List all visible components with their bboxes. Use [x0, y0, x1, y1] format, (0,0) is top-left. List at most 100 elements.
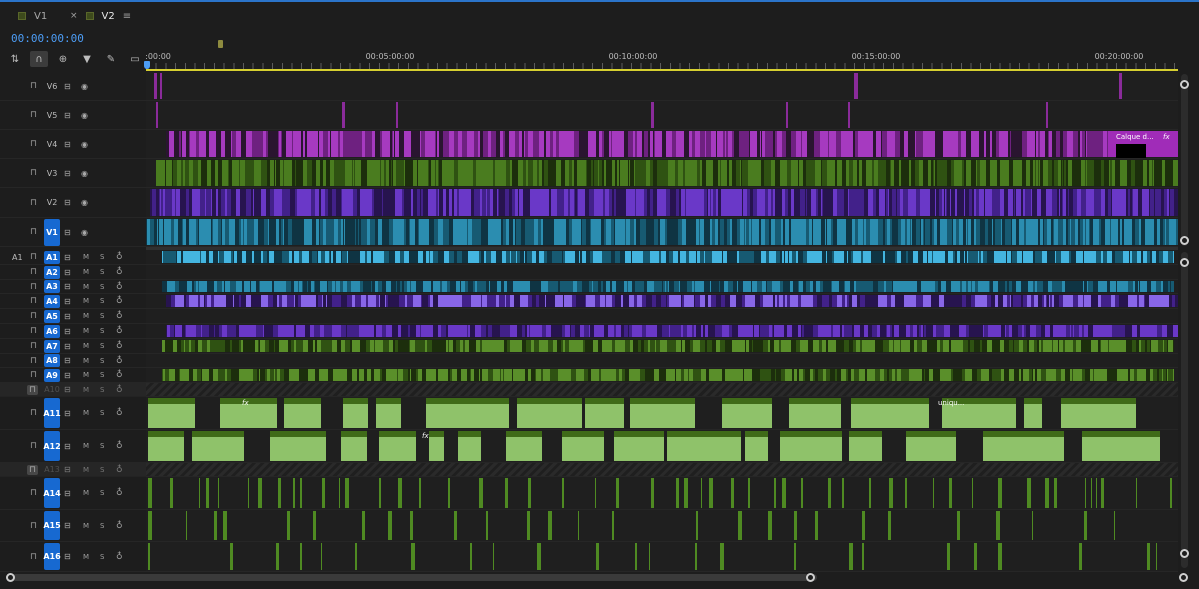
zoom-scroll-track[interactable] — [12, 574, 817, 581]
track-name[interactable]: V1 — [44, 218, 60, 246]
solo-button[interactable]: S — [100, 283, 104, 291]
sequence-marker[interactable] — [218, 40, 223, 48]
sync-lock-icon[interactable]: ⊟ — [64, 356, 71, 365]
eye-icon[interactable]: ◉ — [81, 228, 88, 237]
audio-clip[interactable] — [148, 543, 150, 570]
time-ruler[interactable]: :00:00 00:05:00:00 00:10:00:00 00:15:00:… — [144, 50, 1178, 72]
audio-clip[interactable] — [517, 398, 582, 428]
audio-clip[interactable] — [998, 543, 1002, 570]
clip[interactable] — [146, 219, 1178, 245]
track-a11[interactable]: uniqu... fx — [146, 397, 1178, 430]
audio-clip[interactable] — [949, 478, 952, 508]
sync-lock-icon[interactable]: ⊟ — [64, 442, 71, 451]
audio-clip[interactable] — [166, 325, 1178, 337]
sync-lock-icon[interactable]: ⊟ — [64, 111, 71, 120]
solo-button[interactable]: S — [100, 268, 104, 276]
audio-clip[interactable] — [562, 478, 564, 508]
lock-icon[interactable]: ⊓ — [30, 441, 37, 451]
audio-clip[interactable] — [957, 511, 960, 540]
audio-track-header[interactable]: ⊓ A8 ⊟ M S ♁ — [0, 354, 146, 368]
track-name[interactable]: A6 — [44, 324, 60, 338]
lock-icon[interactable]: ⊓ — [30, 488, 37, 498]
sync-lock-icon[interactable]: ⊟ — [64, 371, 71, 380]
audio-clip[interactable] — [162, 369, 1174, 381]
microphone-icon[interactable]: ♁ — [116, 465, 123, 475]
clip[interactable] — [786, 102, 788, 128]
track-a8[interactable] — [146, 354, 1178, 368]
track-name[interactable]: A11 — [43, 398, 61, 428]
audio-clip[interactable] — [376, 398, 401, 428]
audio-track-header[interactable]: ⊓ A15 ⊟ M S ♁ — [0, 510, 146, 542]
mute-button[interactable]: M — [83, 268, 89, 276]
audio-clip[interactable] — [1085, 478, 1086, 508]
track-v5[interactable] — [146, 101, 1178, 130]
mute-button[interactable]: M — [83, 327, 89, 335]
captions-icon[interactable]: ▭ — [126, 51, 144, 67]
track-v3[interactable] — [146, 159, 1178, 188]
track-a3[interactable] — [146, 280, 1178, 294]
audio-clip[interactable] — [355, 543, 357, 570]
audio-clip[interactable] — [596, 543, 599, 570]
playhead-handle[interactable] — [144, 61, 150, 69]
linked-selection-icon[interactable]: ⊕ — [54, 51, 72, 67]
audio-track-header[interactable]: ⊓ A6 ⊟ M S ♁ — [0, 324, 146, 339]
zoom-handle-left[interactable] — [6, 573, 15, 582]
source-patch[interactable]: A1 — [12, 253, 23, 262]
audio-clip[interactable] — [218, 478, 219, 508]
track-name[interactable]: A16 — [43, 543, 61, 570]
microphone-icon[interactable]: ♁ — [116, 521, 123, 531]
audio-clip[interactable] — [186, 511, 187, 540]
microphone-icon[interactable]: ♁ — [116, 408, 123, 418]
audio-track-header[interactable]: ⊓ A7 ⊟ M S ♁ — [0, 339, 146, 354]
sync-lock-icon[interactable]: ⊟ — [64, 268, 71, 277]
clip[interactable] — [156, 160, 1178, 186]
audio-clip[interactable] — [287, 511, 290, 540]
audio-clip[interactable] — [362, 511, 365, 540]
solo-button[interactable]: S — [100, 327, 104, 335]
audio-clip[interactable] — [276, 543, 279, 570]
audio-clip[interactable] — [1091, 478, 1092, 508]
clip[interactable] — [342, 102, 345, 128]
audio-clip[interactable] — [906, 431, 956, 461]
track-a10[interactable] — [146, 383, 1178, 397]
microphone-icon[interactable]: ♁ — [116, 356, 123, 366]
audio-track-header[interactable]: ⊓ A13 ⊟ M S ♁ — [0, 463, 146, 477]
audio-clip[interactable] — [695, 543, 697, 570]
microphone-icon[interactable]: ♁ — [116, 370, 123, 380]
audio-clip[interactable] — [398, 478, 402, 508]
audio-clip[interactable] — [720, 543, 724, 570]
audio-clip[interactable] — [458, 431, 481, 461]
audio-clip[interactable] — [170, 478, 173, 508]
microphone-icon[interactable]: ♁ — [116, 311, 123, 321]
track-a6[interactable] — [146, 324, 1178, 339]
track-a9[interactable] — [146, 368, 1178, 383]
microphone-icon[interactable]: ♁ — [116, 252, 123, 262]
audio-clip[interactable] — [862, 543, 864, 570]
track-name[interactable]: V5 — [44, 109, 60, 122]
audio-clip[interactable] — [506, 431, 542, 461]
audio-clip[interactable] — [270, 431, 326, 461]
audio-clip[interactable] — [996, 511, 1000, 540]
audio-clip[interactable] — [345, 478, 349, 508]
audio-clip[interactable] — [230, 543, 233, 570]
audio-clip[interactable] — [448, 478, 450, 508]
solo-button[interactable]: S — [100, 371, 104, 379]
audio-clip[interactable] — [635, 543, 637, 570]
solo-button[interactable]: S — [100, 312, 104, 320]
mute-button[interactable]: M — [83, 253, 89, 261]
track-name[interactable]: A14 — [43, 478, 61, 508]
lock-icon[interactable]: ⊓ — [30, 356, 37, 366]
audio-clip[interactable] — [1147, 543, 1150, 570]
eye-icon[interactable]: ◉ — [81, 198, 88, 207]
audio-clip[interactable] — [696, 511, 698, 540]
audio-clip[interactable] — [614, 431, 664, 461]
audio-track-header[interactable]: ⊓ A12 ⊟ M S ♁ — [0, 430, 146, 463]
audio-clip[interactable] — [789, 398, 841, 428]
audio-clip[interactable] — [738, 511, 742, 540]
sync-lock-icon[interactable]: ⊟ — [64, 253, 71, 262]
solo-button[interactable]: S — [100, 553, 104, 561]
audio-clip[interactable] — [998, 478, 1002, 508]
track-name[interactable]: A5 — [44, 309, 60, 323]
track-name[interactable]: A10 — [44, 383, 60, 396]
audio-clip[interactable] — [192, 431, 244, 461]
